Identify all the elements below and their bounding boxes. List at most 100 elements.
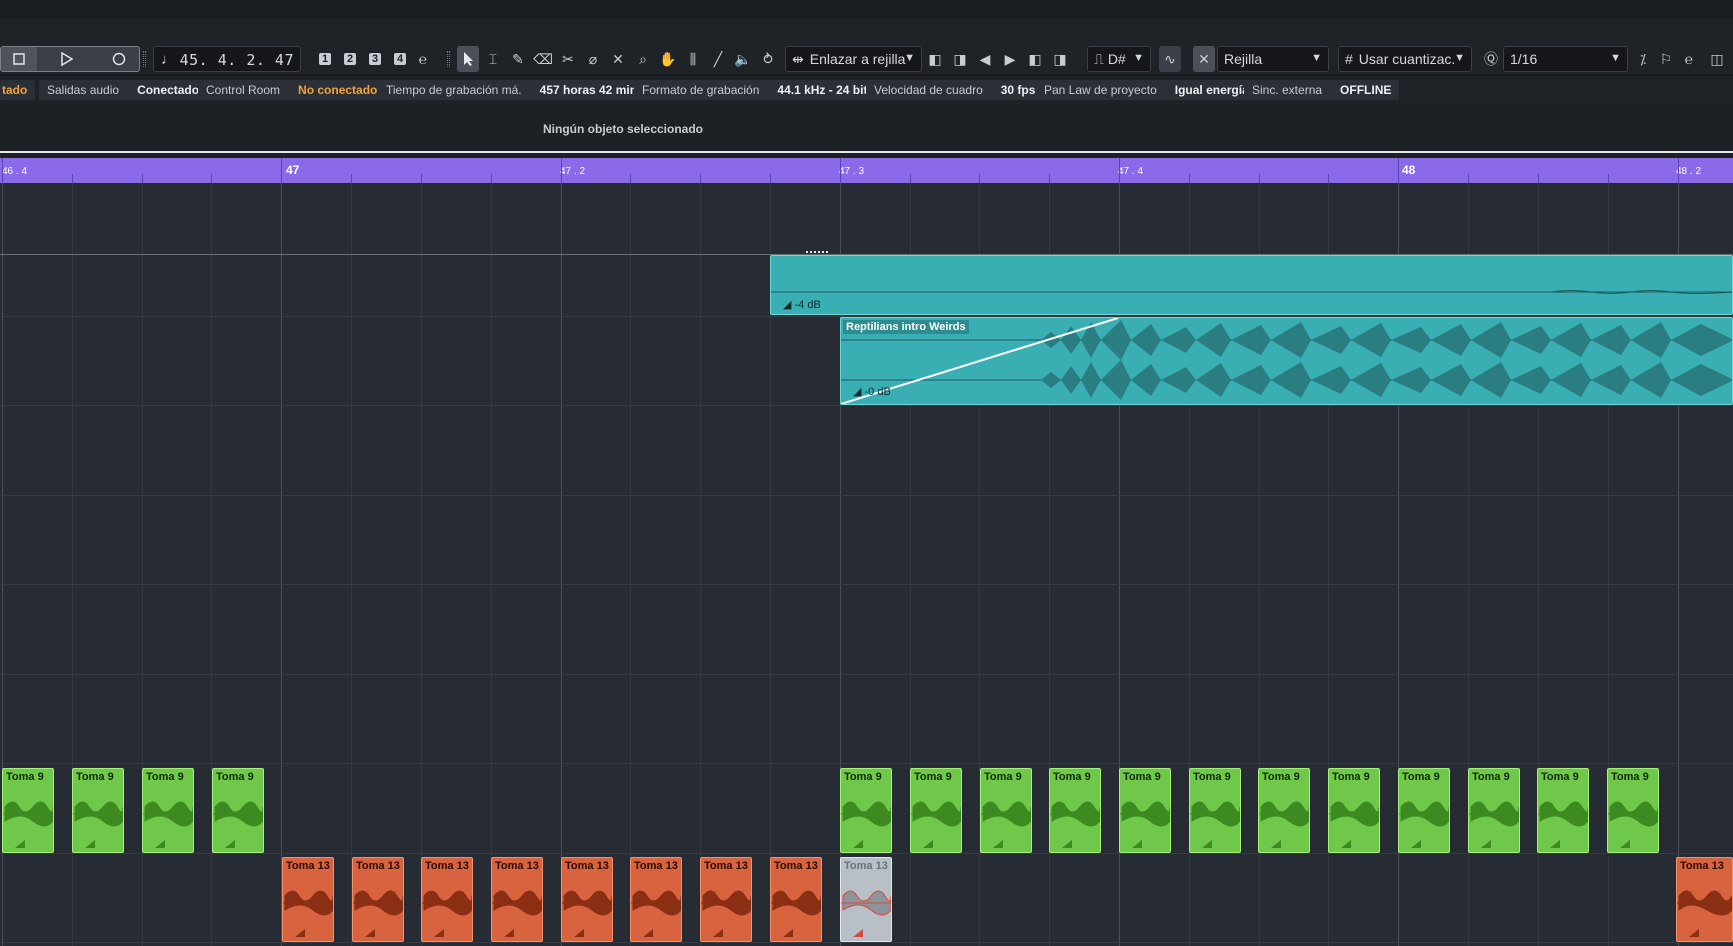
object-selection-tool-icon[interactable] [457, 46, 479, 72]
nudge-end-right-icon[interactable]: ◨ [1049, 46, 1071, 72]
take-9-event[interactable]: Toma 9 [1049, 768, 1101, 853]
ruler-tick [421, 174, 422, 183]
follow-chord-icon[interactable]: ∿ [1159, 46, 1181, 72]
iterative-quantize-icon[interactable]: ⁒ [1632, 46, 1654, 72]
nudge-start-right-icon[interactable]: ◨ [949, 46, 971, 72]
erase-tool-icon[interactable]: ⌫ [532, 46, 554, 72]
chevron-down-icon: ▼ [904, 52, 915, 64]
quantize-mode-dropdown[interactable]: # Usar cuantizac. ▼ [1338, 46, 1472, 72]
record-button[interactable] [97, 47, 141, 71]
take-13-event[interactable]: Toma 13 [630, 857, 682, 942]
event-name: Toma 9 [1332, 771, 1370, 783]
play-tool-icon[interactable]: 🔈 [732, 46, 754, 72]
take-9-event[interactable]: Toma 9 [1189, 768, 1241, 853]
take-9-event[interactable]: Toma 9 [910, 768, 962, 853]
ruler-tick [1398, 158, 1399, 183]
grid-type-dropdown[interactable]: Rejilla ▼ [1217, 46, 1329, 72]
event-name: Reptilians intro Weirds [843, 320, 969, 334]
quantize-value-dropdown[interactable]: 1/16 ▼ [1503, 46, 1628, 72]
tool-tab-3[interactable]: 3 [364, 46, 386, 72]
zoom-tool-icon[interactable]: ⌕ [632, 46, 654, 72]
status-chip-control-room[interactable]: Control Room No conectado [198, 80, 386, 100]
take-13-event[interactable]: Toma 13 [282, 857, 334, 942]
status-line: tado Salidas audio Conectado Control Roo… [0, 76, 1733, 104]
fade-handle[interactable] [806, 251, 828, 254]
edit-in-place-icon[interactable]: ℮ [412, 46, 434, 72]
tool-tab-4[interactable]: 4 [389, 46, 411, 72]
take-13-event[interactable]: Toma 13 [770, 857, 822, 942]
take-9-event[interactable]: Toma 9 [980, 768, 1032, 853]
take-13-event-muted[interactable]: Toma 13 [840, 857, 892, 942]
quantize-icon[interactable]: Ⓠ [1480, 46, 1502, 72]
take-9-event[interactable]: Toma 9 [1537, 768, 1589, 853]
split-tool-icon[interactable]: ✂ [557, 46, 579, 72]
status-chip-rec-time[interactable]: Tiempo de grabación má. 457 horas 42 min… [378, 80, 652, 100]
take-9-event[interactable]: Toma 9 [1328, 768, 1380, 853]
key-dropdown[interactable]: ⎍ D# ▼ [1087, 46, 1151, 72]
project-toolbar: ♩ 45. 4. 2. 47 1 2 3 4 ℮ ⌶ ✎ ⌫ ✂ ⌀ ✕ ⌕ ✋… [0, 42, 1733, 76]
ruler-label: 48 . 2 [1676, 166, 1702, 177]
take-9-event[interactable]: Toma 9 [1468, 768, 1520, 853]
take-9-event[interactable]: Toma 9 [142, 768, 194, 853]
snap-icon: ⇹ [792, 50, 804, 67]
color-tool-icon[interactable]: ⥁ [757, 46, 779, 72]
ruler-tick [910, 174, 911, 183]
take-9-event[interactable]: Toma 9 [212, 768, 264, 853]
ruler-tick [2, 158, 3, 183]
timeline-ruler[interactable]: 46 . 4 47 47 . 2 47 . 3 47 . 4 48 48 . 2 [0, 158, 1733, 183]
chevron-down-icon: ▼ [1454, 52, 1465, 64]
status-value: 30 fps [1000, 83, 1036, 97]
status-chip-ext-sync[interactable]: Sinc. externa OFFLINE [1244, 80, 1400, 100]
take-13-event[interactable]: Toma 13 [561, 857, 613, 942]
event-display[interactable]: ◢ -4 dB Reptilians intro Weirds ◢ -0 dB … [0, 183, 1733, 946]
mute-tool-icon[interactable]: ✕ [607, 46, 629, 72]
track-divider [0, 942, 1733, 943]
audio-event-reptilians[interactable]: Reptilians intro Weirds ◢ -0 dB [840, 317, 1733, 405]
take-9-event[interactable]: Toma 9 [2, 768, 54, 853]
status-chip-rec-format[interactable]: Formato de grabación 44.1 kHz - 24 bit [634, 80, 876, 100]
take-9-event[interactable]: Toma 9 [1258, 768, 1310, 853]
status-value: tado [2, 83, 28, 97]
tool-tab-1[interactable]: 1 [314, 46, 336, 72]
nudge-end-left-icon[interactable]: ◧ [1024, 46, 1046, 72]
take-13-event[interactable]: Toma 13 [700, 857, 752, 942]
draw-tool-icon[interactable]: ✎ [507, 46, 529, 72]
audio-quantize-icon[interactable]: ⚐ [1655, 46, 1677, 72]
snap-mode-dropdown[interactable]: ⇹ Enlazar a rejilla ▼ [785, 46, 922, 72]
take-13-event[interactable]: Toma 13 [491, 857, 543, 942]
window-title-bar [0, 0, 1733, 18]
status-chip-audio-outputs[interactable]: Salidas audio Conectado [39, 80, 208, 100]
take-9-event[interactable]: Toma 9 [840, 768, 892, 853]
take-9-event[interactable]: Toma 9 [1119, 768, 1171, 853]
hand-tool-icon[interactable]: ✋ [657, 46, 679, 72]
grid-snap-icon[interactable]: ✕ [1193, 46, 1215, 72]
take-9-event[interactable]: Toma 9 [1607, 768, 1659, 853]
take-9-event[interactable]: Toma 9 [1398, 768, 1450, 853]
take-13-event[interactable]: Toma 13 [352, 857, 404, 942]
position-display[interactable]: ♩ 45. 4. 2. 47 [153, 46, 301, 72]
transport-controls [0, 46, 140, 72]
ruler-tick [561, 158, 562, 183]
nudge-left-icon[interactable]: ◀ [974, 46, 996, 72]
comp-tool-icon[interactable]: ⫼ [682, 46, 704, 72]
glue-tool-icon[interactable]: ⌀ [582, 46, 604, 72]
audio-event-top[interactable]: ◢ -4 dB [770, 255, 1733, 315]
status-chip-pan-law[interactable]: Pan Law de proyecto Igual energía [1036, 80, 1257, 100]
ruler-tick [491, 174, 492, 183]
tool-tab-2[interactable]: 2 [339, 46, 361, 72]
edit-quantize-icon[interactable]: ℮ [1678, 46, 1700, 72]
event-name: Toma 13 [565, 860, 609, 872]
nudge-right-icon[interactable]: ▶ [999, 46, 1021, 72]
event-name: Toma 9 [216, 771, 254, 783]
key-label: D# [1107, 51, 1126, 67]
line-tool-icon[interactable]: ╱ [707, 46, 729, 72]
take-13-event[interactable]: Toma 13 [421, 857, 473, 942]
status-chip-frame-rate[interactable]: Velocidad de cuadro 30 fps [866, 80, 1044, 100]
take-13-event[interactable]: Toma 13 [1676, 857, 1733, 942]
window-layout-icon[interactable]: ◫ [1705, 46, 1729, 72]
stop-button[interactable] [1, 47, 37, 71]
take-9-event[interactable]: Toma 9 [72, 768, 124, 853]
play-button[interactable] [45, 47, 89, 71]
nudge-start-left-icon[interactable]: ◧ [924, 46, 946, 72]
range-selection-tool-icon[interactable]: ⌶ [482, 46, 504, 72]
